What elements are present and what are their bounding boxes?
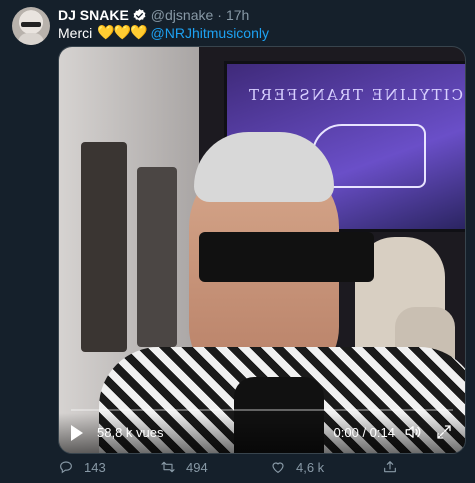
share-icon (384, 461, 396, 473)
avatar-glasses (21, 22, 41, 27)
tweet-text: Merci 💛💛💛 @NRJhitmusiconly (58, 24, 269, 41)
video-controls: 58,8 k vues 0:00 / 0:14 (59, 413, 465, 453)
separator-dot: · (217, 7, 222, 23)
mention-link[interactable]: @NRJhitmusiconly (151, 25, 269, 41)
view-count: 58,8 k vues (97, 425, 164, 440)
tweet-header: DJ SNAKE @djsnake · 17h (58, 6, 249, 24)
sunglasses (199, 232, 374, 282)
progress-bar[interactable] (71, 409, 453, 411)
like-action[interactable]: 4,6 k (270, 459, 324, 475)
person-hair (194, 132, 334, 202)
timestamp[interactable]: 17h (226, 7, 249, 23)
tweet-actions: 143 494 4,6 k (58, 459, 464, 479)
display-name[interactable]: DJ SNAKE (58, 7, 129, 23)
retweet-action[interactable]: 494 (160, 459, 208, 475)
retweet-icon (161, 461, 175, 473)
handle[interactable]: @djsnake (151, 7, 213, 23)
play-icon[interactable] (71, 425, 83, 441)
verified-badge-icon (133, 8, 146, 21)
fullscreen-icon[interactable] (435, 423, 453, 441)
reply-icon (60, 461, 72, 474)
like-count: 4,6 k (296, 459, 325, 475)
video-time: 0:00 / 0:14 (333, 425, 395, 440)
volume-icon[interactable] (403, 423, 423, 441)
reply-action[interactable]: 143 (58, 459, 106, 475)
share-action[interactable] (382, 459, 408, 475)
retweet-count: 494 (186, 459, 208, 475)
avatar[interactable] (12, 7, 50, 45)
tweet-text-word: Merci (58, 24, 93, 41)
video-frame: CITYLINE TRANSFERT (59, 47, 465, 453)
screen-text: CITYLINE TRANSFERT (247, 86, 463, 104)
heart-emojis: 💛💛💛 (97, 24, 147, 40)
reply-count: 143 (84, 459, 106, 475)
avatar-shirt (18, 33, 44, 45)
video-player[interactable]: CITYLINE TRANSFERT 58,8 k vues 0:00 / 0:… (58, 46, 466, 454)
like-icon (272, 462, 284, 473)
